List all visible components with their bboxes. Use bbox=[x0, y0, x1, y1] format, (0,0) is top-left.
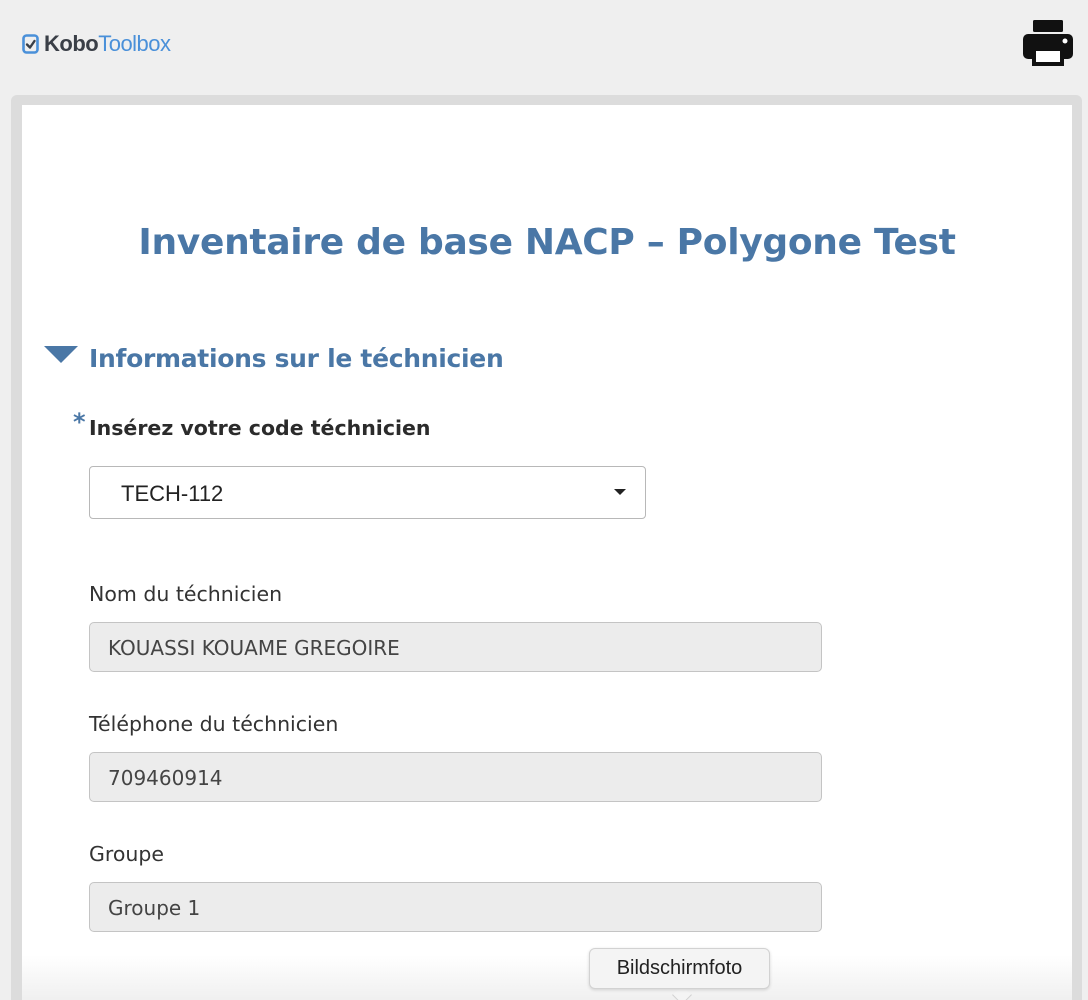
tech-code-label: Insérez votre code téchnicien bbox=[89, 416, 431, 440]
tech-name-label: Nom du téchnicien bbox=[89, 582, 283, 606]
screenshot-tooltip: Bildschirmfoto bbox=[589, 948, 770, 989]
logo-text-toolbox: Toolbox bbox=[98, 31, 171, 56]
triangle-down-icon[interactable] bbox=[44, 345, 78, 363]
print-button[interactable] bbox=[1022, 18, 1074, 68]
tech-code-selected-value: TECH-112 bbox=[121, 481, 224, 506]
tech-phone-label: Téléphone du téchnicien bbox=[89, 712, 339, 736]
group-field[interactable]: Groupe 1 bbox=[89, 882, 822, 932]
printer-icon bbox=[1023, 20, 1073, 66]
group-label: Groupe bbox=[89, 842, 165, 866]
required-asterisk: * bbox=[73, 408, 86, 436]
tech-name-value: KOUASSI KOUAME GREGOIRE bbox=[108, 636, 400, 660]
kobotoolbox-logo[interactable]: Kobo Toolbox bbox=[22, 30, 171, 58]
tech-name-field[interactable]: KOUASSI KOUAME GREGOIRE bbox=[89, 622, 822, 672]
top-bar: Kobo Toolbox bbox=[0, 0, 1088, 96]
tech-phone-value: 709460914 bbox=[108, 766, 223, 790]
dropdown-arrow-icon[interactable] bbox=[614, 489, 626, 495]
group-value: Groupe 1 bbox=[108, 896, 201, 920]
group-header-technician[interactable]: Informations sur le téchnicien bbox=[44, 338, 504, 378]
group-title: Informations sur le téchnicien bbox=[89, 343, 504, 373]
logo-text-kobo: Kobo bbox=[44, 31, 99, 56]
tech-code-select[interactable]: TECH-112 bbox=[89, 466, 646, 519]
kobo-logo-icon bbox=[22, 34, 39, 54]
tech-phone-field[interactable]: 709460914 bbox=[89, 752, 822, 802]
bottom-fade bbox=[22, 955, 1072, 1000]
form-title: Inventaire de base NACP – Polygone Test bbox=[138, 222, 956, 263]
